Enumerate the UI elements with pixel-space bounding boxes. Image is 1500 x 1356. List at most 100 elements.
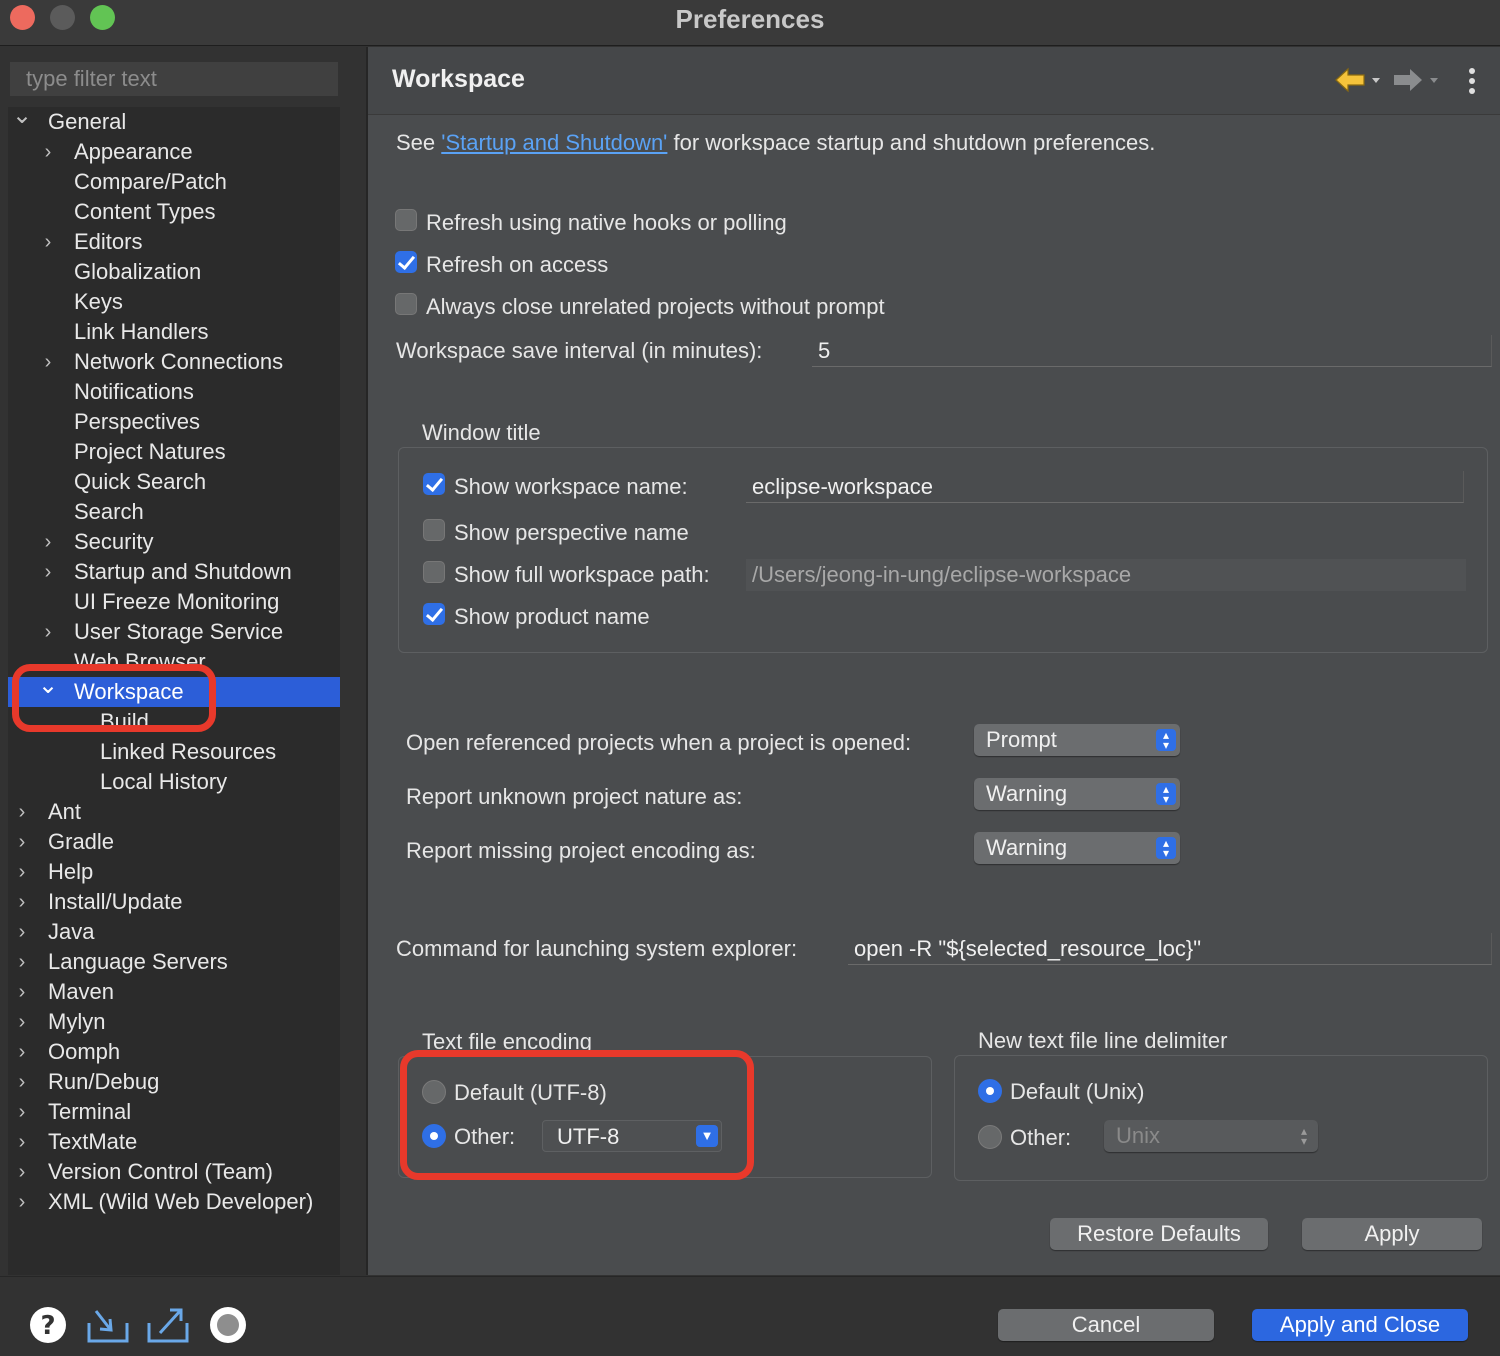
tree-item[interactable]: › Install/Update [8,887,340,917]
refresh-on-access-checkbox[interactable] [395,251,417,273]
chevron-right-icon[interactable]: › [38,617,58,647]
tree-item[interactable]: › Startup and Shutdown [8,557,340,587]
tree-item[interactable]: › User Storage Service [8,617,340,647]
apply-and-close-button[interactable]: Apply and Close [1252,1309,1468,1341]
tree-item[interactable]: Globalization [8,257,340,287]
tree-item[interactable]: › Gradle [8,827,340,857]
tree-item[interactable]: Perspectives [8,407,340,437]
show-perspective-name-checkbox[interactable] [423,519,445,541]
show-product-name-checkbox[interactable] [423,603,445,625]
chevron-right-icon[interactable]: › [12,797,32,827]
filter-input[interactable] [10,62,338,96]
chevron-right-icon[interactable]: › [12,1157,32,1187]
tree-item[interactable]: › Mylyn [8,1007,340,1037]
tree-item-label: Terminal [48,1099,132,1124]
tree-item[interactable]: Compare/Patch [8,167,340,197]
chevron-right-icon[interactable]: › [38,347,58,377]
forward-arrow-icon[interactable] [1392,65,1444,95]
tree-item-label: UI Freeze Monitoring [74,589,280,614]
tree-item[interactable]: › Run/Debug [8,1067,340,1097]
tree-item-label: Java [48,919,95,944]
chevron-right-icon[interactable]: › [12,947,32,977]
export-icon[interactable] [146,1305,190,1345]
tree-item[interactable]: › Language Servers [8,947,340,977]
chevron-right-icon[interactable]: › [12,1127,32,1157]
unknown-nature-select[interactable]: Warning ▴ ▾ [974,778,1180,810]
tree-item-label: Maven [48,979,115,1004]
tree-item[interactable]: › XML (Wild Web Developer) [8,1187,340,1217]
tree-item[interactable]: Content Types [8,197,340,227]
oomph-record-icon[interactable] [208,1305,248,1345]
save-interval-field[interactable]: 5 [812,335,1492,367]
close-unrelated-checkbox[interactable] [395,293,417,315]
tree-item[interactable]: › Maven [8,977,340,1007]
tree-item[interactable]: › Java [8,917,340,947]
tree-item[interactable]: › Help [8,857,340,887]
tree-item[interactable]: › Editors [8,227,340,257]
help-icon[interactable]: ? [28,1305,68,1345]
open-referenced-select[interactable]: Prompt ▴ ▾ [974,724,1180,756]
tree-item[interactable]: › TextMate [8,1127,340,1157]
tree-item[interactable]: › Security [8,527,340,557]
chevron-right-icon[interactable]: › [12,1067,32,1097]
show-workspace-name-checkbox[interactable] [423,473,445,495]
refresh-native-checkbox[interactable] [395,209,417,231]
tree-item[interactable]: › Terminal [8,1097,340,1127]
chevron-right-icon[interactable]: › [12,1097,32,1127]
tree-item[interactable]: › Version Control (Team) [8,1157,340,1187]
tree-item[interactable]: › Ant [8,797,340,827]
tree-item-label: Mylyn [48,1009,106,1034]
back-arrow-icon[interactable] [1334,65,1386,95]
import-icon[interactable] [86,1307,130,1345]
tree-item-label: Globalization [74,259,202,284]
tree-item[interactable]: › Network Connections [8,347,340,377]
tree-item[interactable]: Linked Resources [8,737,340,767]
tree-item-label: Local History [100,769,228,794]
chevron-right-icon[interactable]: › [38,527,58,557]
chevron-right-icon[interactable]: › [38,227,58,257]
chevron-right-icon[interactable]: › [12,917,32,947]
startup-shutdown-link[interactable]: 'Startup and Shutdown' [441,130,667,155]
tree-item-label: Link Handlers [74,319,209,344]
full-workspace-path-field: /Users/jeong-in-ung/eclipse-workspace [746,559,1466,591]
delimiter-other-radio[interactable] [978,1125,1002,1149]
workspace-name-field[interactable]: eclipse-workspace [746,471,1464,503]
tree-item[interactable]: Notifications [8,377,340,407]
tree-item[interactable]: Quick Search [8,467,340,497]
tree-item-label: Search [74,499,144,524]
chevron-right-icon[interactable]: › [38,137,58,167]
delimiter-default-radio[interactable] [978,1079,1002,1103]
chevron-right-icon[interactable]: › [12,977,32,1007]
apply-button[interactable]: Apply [1302,1218,1482,1250]
workspace-highlight-annotation [12,664,216,732]
chevron-right-icon[interactable]: › [12,857,32,887]
chevron-right-icon[interactable]: › [12,1007,32,1037]
tree-item[interactable]: Link Handlers [8,317,340,347]
chevron-right-icon[interactable]: › [12,1187,32,1217]
chevron-right-icon[interactable]: › [12,1037,32,1067]
tree-item[interactable]: UI Freeze Monitoring [8,587,340,617]
tree-item[interactable]: Keys [8,287,340,317]
tree-item[interactable]: Search [8,497,340,527]
show-full-path-checkbox[interactable] [423,561,445,583]
unknown-nature-value: Warning [986,781,1068,806]
tree-item[interactable]: › Appearance [8,137,340,167]
tree-item[interactable]: ⌄ General [8,107,340,137]
missing-encoding-select[interactable]: Warning ▴ ▾ [974,832,1180,864]
tree-item[interactable]: Local History [8,767,340,797]
restore-defaults-button[interactable]: Restore Defaults [1050,1218,1268,1250]
cancel-button[interactable]: Cancel [998,1309,1214,1341]
explorer-command-field[interactable]: open -R "${selected_resource_loc}" [848,933,1492,965]
chevron-right-icon[interactable]: › [38,557,58,587]
tree-item-label: Linked Resources [100,739,277,764]
chevron-updown-icon: ▴ ▾ [1156,837,1176,859]
intro-text: See 'Startup and Shutdown' for workspace… [396,130,1155,156]
chevron-down-icon[interactable]: ⌄ [12,107,32,131]
tree-item[interactable]: › Oomph [8,1037,340,1067]
show-workspace-name-label: Show workspace name: [454,474,688,499]
view-menu-icon[interactable] [1462,67,1482,97]
chevron-right-icon[interactable]: › [12,827,32,857]
tree-item[interactable]: Project Natures [8,437,340,467]
open-referenced-label: Open referenced projects when a project … [406,730,912,755]
chevron-right-icon[interactable]: › [12,887,32,917]
